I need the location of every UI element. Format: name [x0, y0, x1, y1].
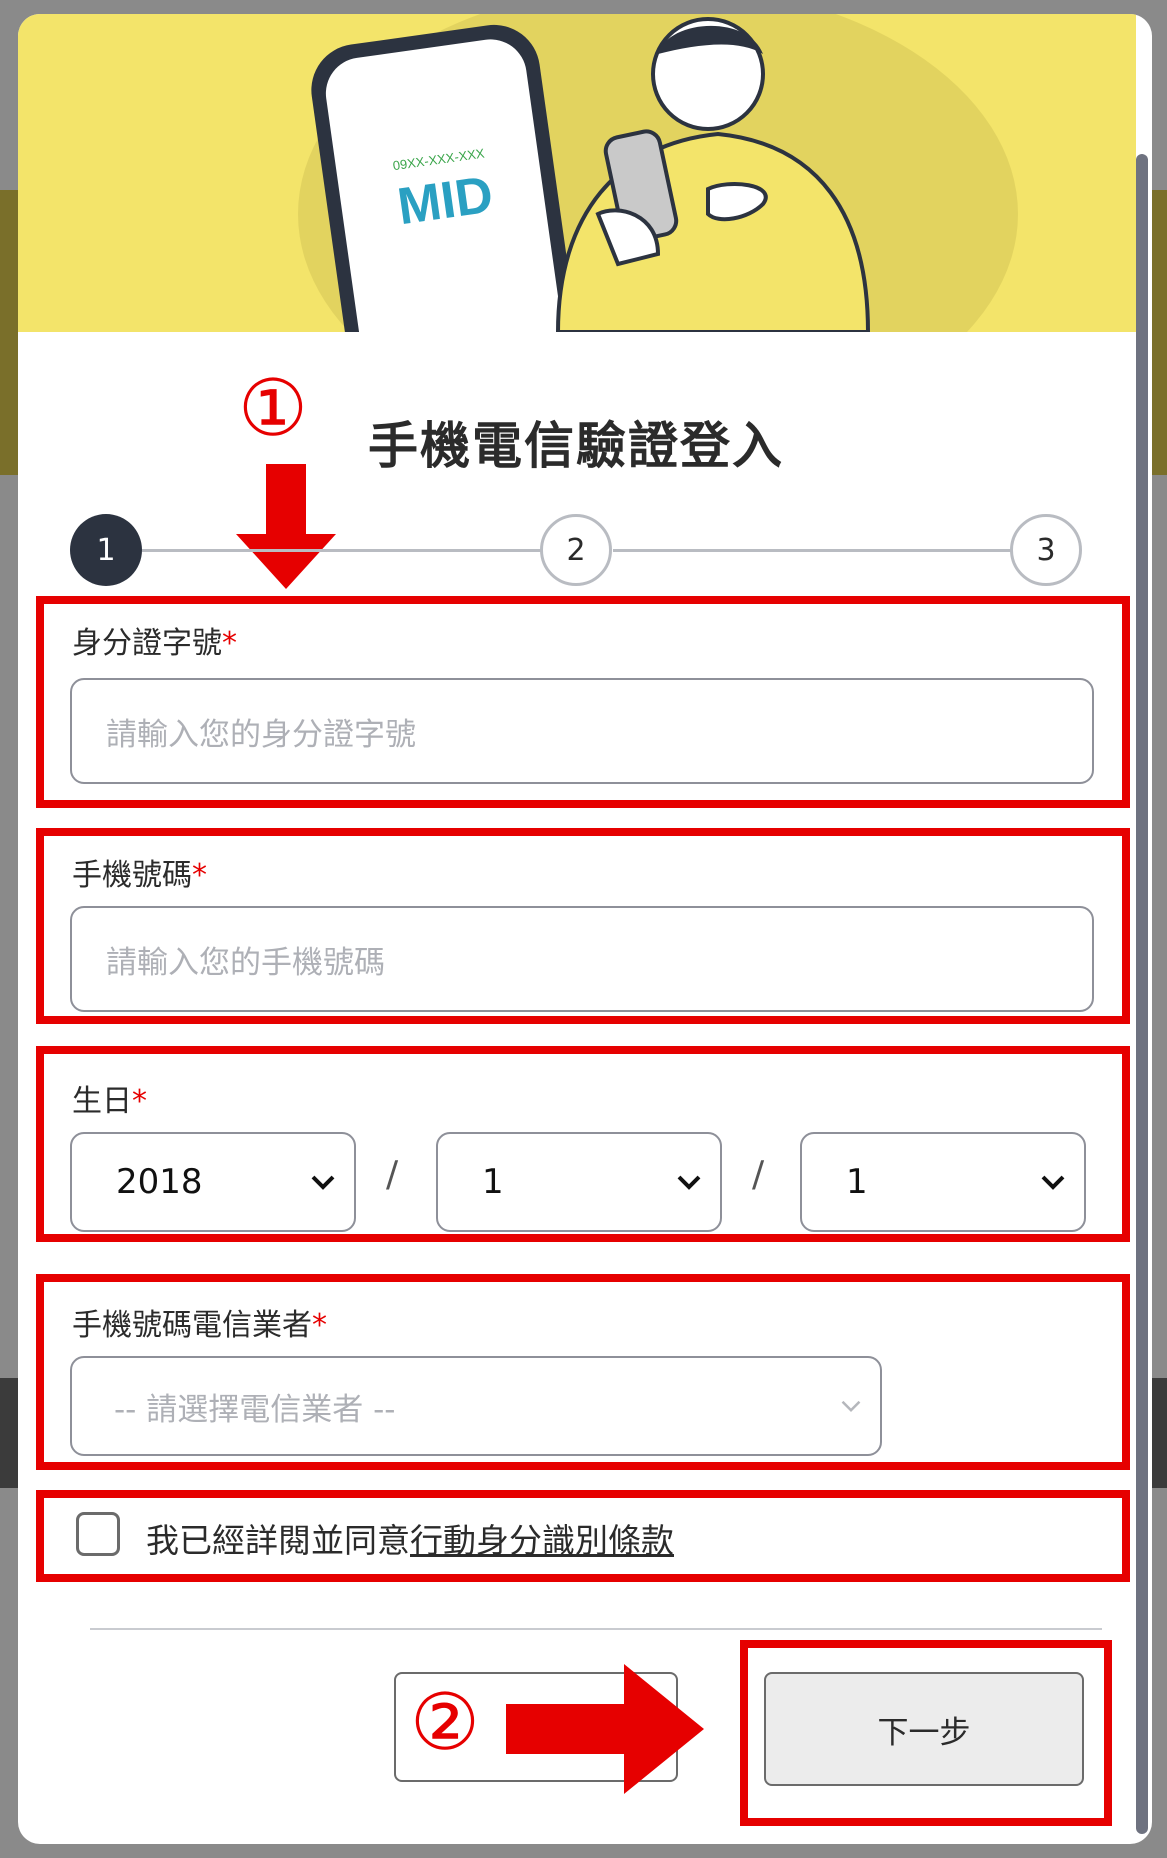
date-separator: / — [752, 1154, 765, 1195]
carrier-label-text: 手機號碼電信業者 — [72, 1308, 312, 1343]
annotation-arrow-down — [236, 464, 336, 589]
hero-illustration: 09XX-XXX-XXX MID — [18, 14, 1136, 332]
page-title: 手機電信驗證登入 — [368, 417, 784, 475]
background-dark-band-right — [1152, 1378, 1167, 1488]
required-asterisk: * — [192, 858, 207, 893]
birth-month-select[interactable]: 1 — [436, 1132, 722, 1232]
chevron-down-icon — [311, 1175, 335, 1190]
birth-day-select[interactable]: 1 — [800, 1132, 1086, 1232]
background-banner-top — [0, 190, 18, 475]
terms-link[interactable]: 行動身分識別條款 — [410, 1521, 674, 1560]
birth-year-value: 2018 — [116, 1162, 203, 1202]
birthday-label: 生日* — [72, 1076, 147, 1120]
birth-year-select[interactable]: 2018 — [70, 1132, 356, 1232]
agreement-text: 我已經詳閱並同意行動身分識別條款 — [146, 1514, 674, 1562]
phone-label: 手機號碼* — [72, 850, 207, 894]
carrier-select[interactable]: -- 請選擇電信業者 -- — [70, 1356, 882, 1456]
date-separator: / — [386, 1154, 399, 1195]
birth-month-value: 1 — [482, 1162, 504, 1202]
id-number-input[interactable]: 請輸入您的身分證字號 — [70, 678, 1094, 784]
login-modal: 09XX-XXX-XXX MID 手機電信驗證登入 ① 1 2 3 身分證字號*… — [18, 14, 1152, 1844]
step-indicator-2: 2 — [540, 514, 612, 586]
chevron-down-icon — [1041, 1175, 1065, 1190]
step-indicator-1: 1 — [70, 514, 142, 586]
agreement-statement: 我已經詳閱並同意 — [146, 1521, 410, 1560]
next-button[interactable]: 下一步 — [764, 1672, 1084, 1786]
birth-day-value: 1 — [846, 1162, 868, 1202]
stepper-line-1 — [142, 549, 562, 552]
phone-label-text: 手機號碼 — [72, 858, 192, 893]
agreement-checkbox[interactable] — [76, 1512, 120, 1556]
required-asterisk: * — [222, 626, 237, 661]
birthday-label-text: 生日 — [72, 1084, 132, 1119]
step-indicator-3: 3 — [1010, 514, 1082, 586]
form-divider — [90, 1628, 1102, 1630]
carrier-placeholder: -- 請選擇電信業者 -- — [114, 1391, 396, 1428]
mid-illustration: 09XX-XXX-XXX MID — [298, 14, 1018, 332]
modal-scrollbar[interactable] — [1136, 154, 1148, 1834]
annotation-marker-1: ① — [238, 364, 308, 454]
stepper-line-2 — [613, 549, 1033, 552]
annotation-arrow-right — [506, 1664, 704, 1794]
annotation-marker-2: ② — [410, 1678, 480, 1768]
id-number-label-text: 身分證字號 — [72, 626, 222, 661]
phone-input[interactable]: 請輸入您的手機號碼 — [70, 906, 1094, 1012]
required-asterisk: * — [312, 1308, 327, 1343]
carrier-label: 手機號碼電信業者* — [72, 1300, 327, 1344]
chevron-down-icon — [841, 1400, 861, 1413]
required-asterisk: * — [132, 1084, 147, 1119]
background-dark-band — [0, 1378, 18, 1488]
chevron-down-icon — [677, 1175, 701, 1190]
id-number-label: 身分證字號* — [72, 618, 237, 662]
background-banner-right — [1152, 190, 1167, 475]
